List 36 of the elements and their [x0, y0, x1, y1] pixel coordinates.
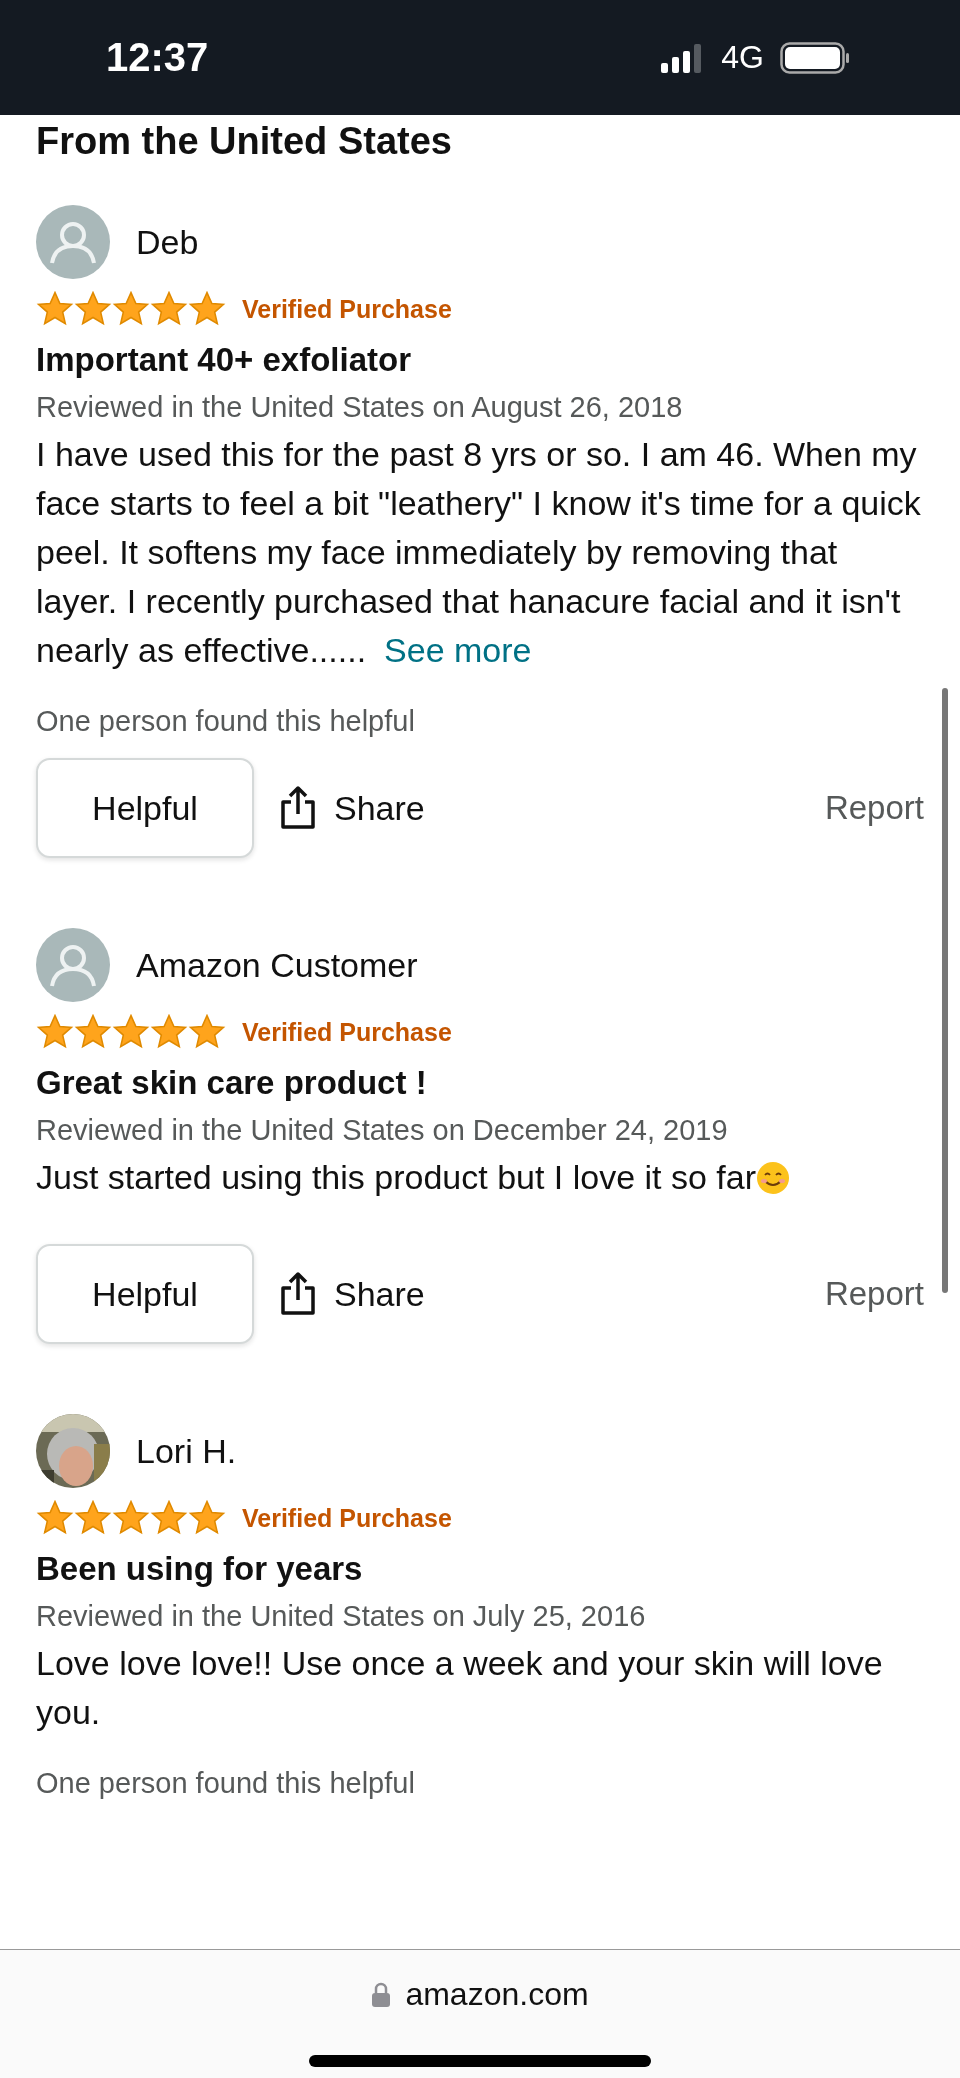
section-heading: From the United States	[36, 121, 453, 161]
review-title: Important 40+ exfoliator	[36, 341, 412, 379]
helpful-button[interactable]: Helpful	[36, 1244, 254, 1344]
share-icon	[278, 786, 318, 830]
battery-icon	[780, 41, 850, 74]
review-text: Love love love!! Use once a week and your skin will love you.	[36, 1643, 884, 1733]
helpful-button[interactable]: Helpful	[36, 758, 254, 858]
network-label: 4G	[721, 39, 764, 76]
helpful-count: One person found this helpful	[36, 1767, 416, 1800]
url-text[interactable]: amazon.com	[405, 1976, 589, 2013]
share-button[interactable]: Share	[278, 786, 425, 830]
home-indicator[interactable]	[309, 2055, 651, 2067]
avatar-icon	[36, 205, 110, 279]
review-text: Just started using this product but I love it so far	[36, 1153, 924, 1202]
reviewer-name: Deb	[136, 222, 199, 262]
review-title: Been using for years	[36, 1550, 364, 1588]
share-button[interactable]: Share	[278, 1272, 425, 1316]
share-icon	[278, 1272, 318, 1316]
report-link[interactable]: Report	[824, 789, 924, 827]
status-time: 12:37	[106, 35, 209, 80]
reviewer-name: Amazon Customer	[136, 945, 418, 985]
review-date: Reviewed in the United States on December 24, 2019	[36, 1114, 729, 1147]
review-title: Great skin care product !	[36, 1064, 428, 1102]
review-date: Reviewed in the United States on July 25, 2016	[36, 1600, 647, 1633]
verified-purchase-label: Verified Purchase	[242, 294, 452, 324]
review-date: Reviewed in the United States on August 26, 2018	[36, 391, 684, 424]
avatar-icon	[36, 928, 110, 1002]
reviewer-name: Lori H.	[136, 1431, 237, 1471]
smiling-face-icon	[756, 1161, 791, 1195]
review-text: I have used this for the past 8 yrs or so. I am 46. When my face starts to feel a bit "leathery" I know it's time for a quick peel. It softens my face immediately by removing that layer. I recently purchased that hanacure facial and it isn't nearly as effective...... See more	[36, 434, 922, 671]
verified-purchase-label: Verified Purchase	[242, 1017, 452, 1047]
lock-icon	[371, 1981, 392, 2008]
report-link[interactable]: Report	[824, 1275, 924, 1313]
verified-purchase-label: Verified Purchase	[242, 1503, 452, 1533]
see-more-link[interactable]: See more	[384, 631, 532, 669]
helpful-count: One person found this helpful	[36, 705, 416, 738]
